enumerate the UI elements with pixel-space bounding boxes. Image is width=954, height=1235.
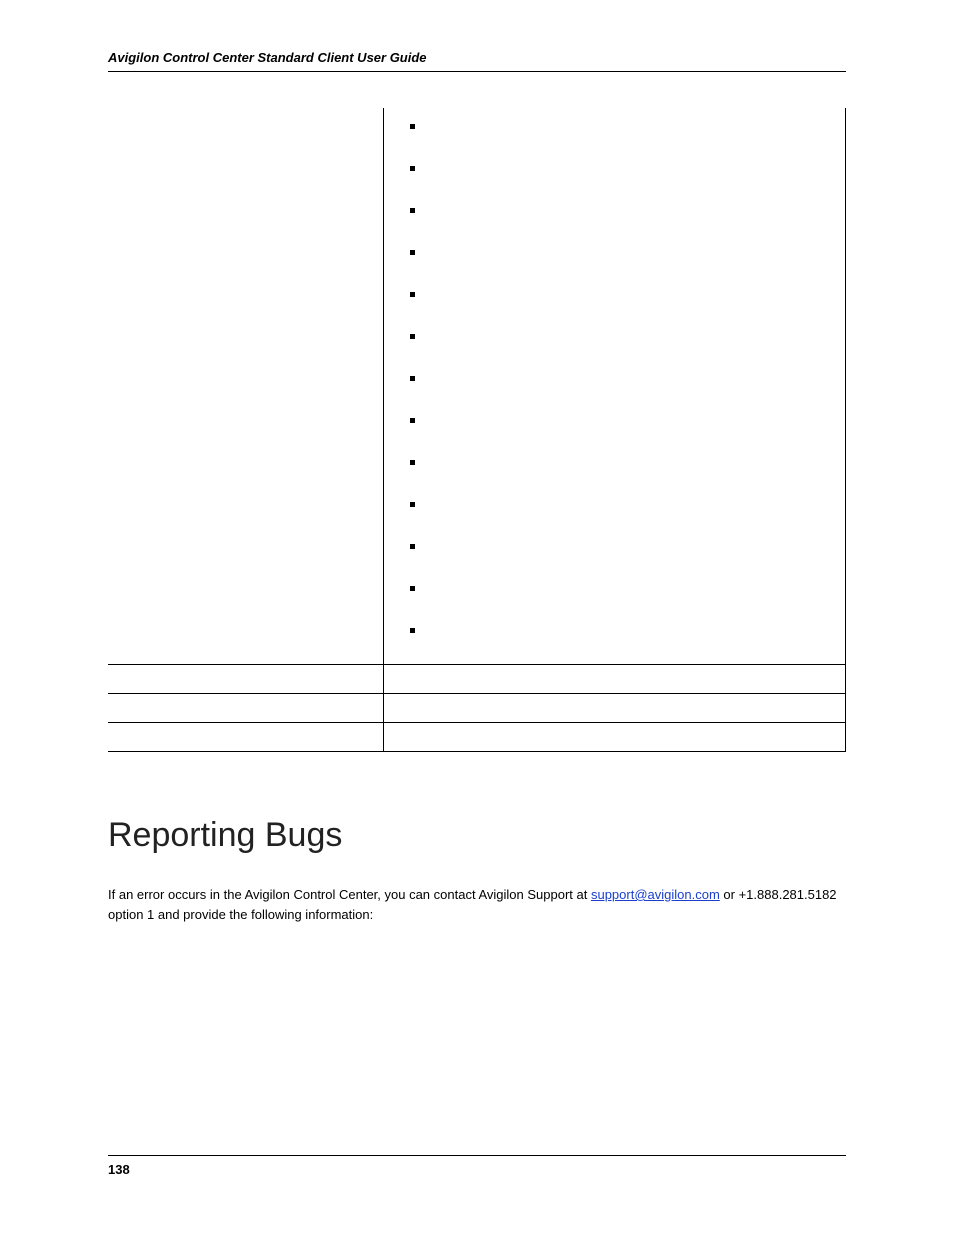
list-item: [428, 244, 834, 262]
table-cell-right: [383, 665, 846, 694]
body-paragraph: If an error occurs in the Avigilon Contr…: [108, 885, 846, 925]
list-item: [428, 412, 834, 430]
list-item: [428, 496, 834, 514]
list-item: [428, 118, 834, 136]
list-item: [428, 286, 834, 304]
running-header: Avigilon Control Center Standard Client …: [108, 50, 846, 71]
list-item: [428, 580, 834, 598]
table-cell-left: [108, 694, 383, 723]
list-item: [428, 160, 834, 178]
table-row: [108, 108, 846, 665]
table-cell-left: [108, 665, 383, 694]
feature-table: [108, 108, 846, 752]
support-email-link[interactable]: support@avigilon.com: [591, 887, 720, 902]
table-cell-left: [108, 108, 383, 665]
list-item: [428, 454, 834, 472]
table-row: [108, 723, 846, 752]
list-item: [428, 328, 834, 346]
footer-rule: [108, 1155, 846, 1156]
section-heading: Reporting Bugs: [108, 816, 846, 855]
table-row: [108, 665, 846, 694]
page-number: 138: [108, 1162, 846, 1177]
paragraph-text: If an error occurs in the Avigilon Contr…: [108, 887, 591, 902]
table-cell-left: [108, 723, 383, 752]
bullet-list: [396, 118, 834, 640]
table-cell-right: [383, 694, 846, 723]
table-cell-right: [383, 723, 846, 752]
list-item: [428, 622, 834, 640]
header-rule: [108, 71, 846, 72]
list-item: [428, 202, 834, 220]
table-cell-right: [383, 108, 846, 665]
page-footer: 138: [108, 1155, 846, 1177]
table-row: [108, 694, 846, 723]
list-item: [428, 538, 834, 556]
list-item: [428, 370, 834, 388]
